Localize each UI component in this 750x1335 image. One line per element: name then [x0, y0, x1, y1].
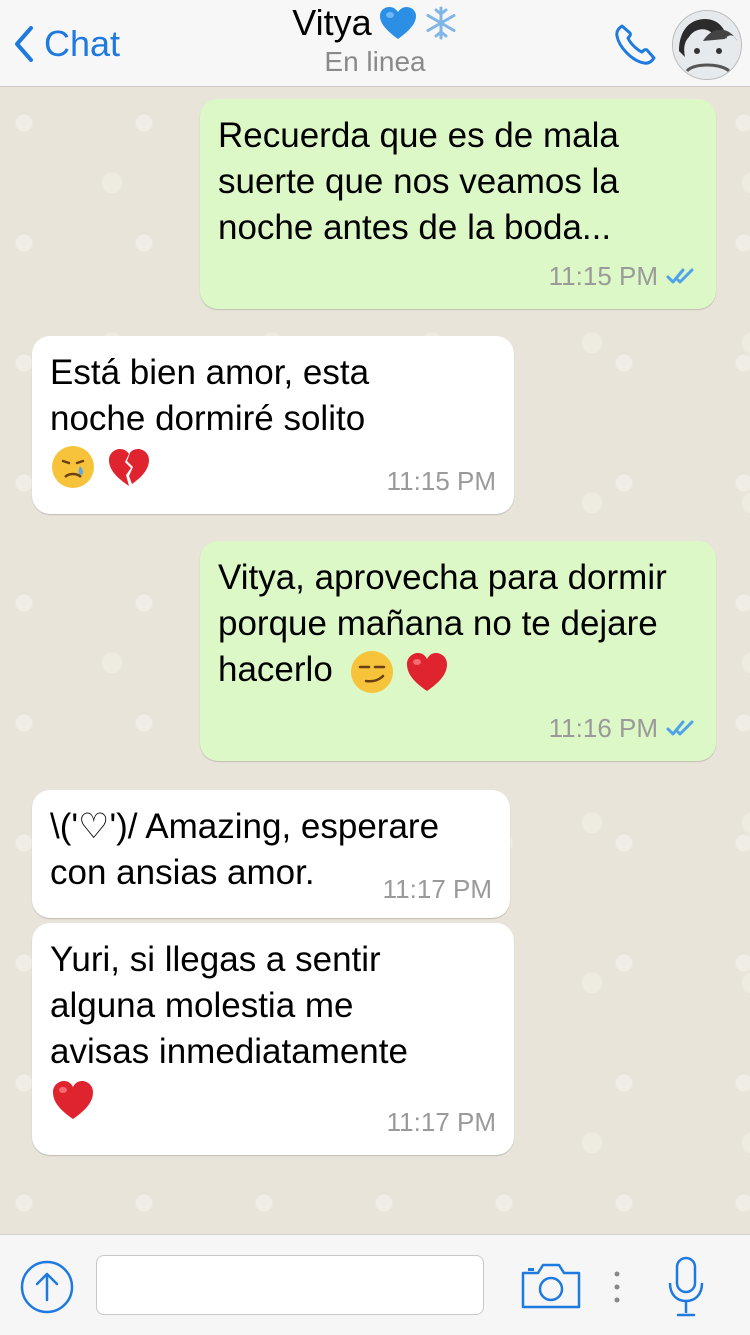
message-time: 11:17 PM: [386, 1107, 496, 1137]
more-dots-icon[interactable]: [612, 1269, 622, 1305]
message-text: Yuri, si llegas a sentir alguna molestia…: [50, 940, 408, 1071]
message-bubble-incoming[interactable]: Está bien amor, esta noche dormiré solit…: [32, 336, 514, 514]
message-text: Está bien amor, esta noche dormiré solit…: [50, 353, 370, 438]
blue-heart-icon: [379, 7, 416, 39]
message-composer: [0, 1234, 750, 1335]
double-check-icon: [666, 720, 694, 736]
message-bubble-outgoing[interactable]: Vitya, aprovecha para dormir porque maña…: [200, 541, 716, 761]
broken-heart-icon: [108, 448, 149, 486]
microphone-icon[interactable]: [666, 1255, 706, 1319]
phone-icon[interactable]: [612, 22, 658, 68]
avatar-image: [673, 11, 741, 79]
message-time: 11:16 PM: [548, 713, 658, 743]
contact-name: Vitya: [292, 2, 372, 43]
avatar[interactable]: [672, 10, 742, 80]
crying-face-icon: [52, 445, 94, 488]
chat-area[interactable]: Recuerda que es de mala suerte que nos v…: [0, 87, 750, 1234]
message-text: Recuerda que es de mala suerte que nos v…: [218, 116, 619, 247]
share-icon[interactable]: [20, 1260, 74, 1314]
camera-icon[interactable]: [520, 1259, 582, 1311]
message-time: 11:17 PM: [382, 874, 492, 904]
red-heart-icon: [53, 1080, 93, 1119]
smirking-face-icon: [350, 650, 393, 693]
message-time: 11:15 PM: [386, 466, 496, 496]
message-bubble-incoming[interactable]: Yuri, si llegas a sentir alguna molestia…: [32, 923, 514, 1155]
message-bubble-outgoing[interactable]: Recuerda que es de mala suerte que nos v…: [200, 99, 716, 309]
chat-header: Chat Vitya En linea: [0, 0, 750, 87]
snowflake-icon: [426, 6, 456, 40]
double-check-icon: [666, 268, 694, 284]
message-input[interactable]: [96, 1255, 484, 1315]
message-bubble-incoming[interactable]: \('♡')/ Amazing, esperare con ansias amo…: [32, 790, 510, 918]
message-time: 11:15 PM: [548, 261, 658, 291]
red-heart-icon: [407, 652, 448, 691]
